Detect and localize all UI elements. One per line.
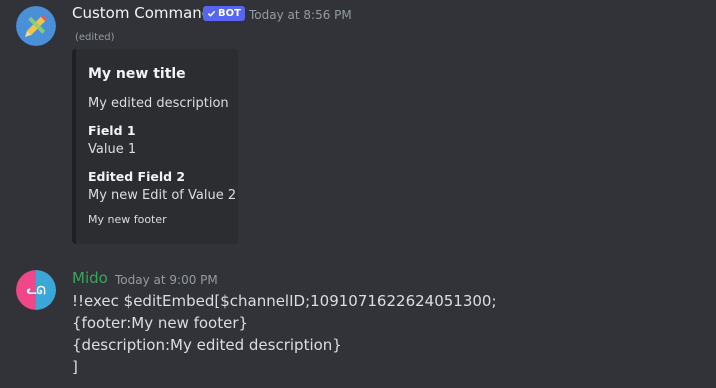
embed: My new title My edited description Field… [72,49,238,244]
check-icon [207,10,216,17]
message-line: ] [72,358,78,376]
message-user: ᓚᘏ Mido Today at 9:00 PM !!exec $editEmb… [0,264,716,388]
pencil-ruler-avatar-icon [16,6,56,46]
bot-tag-label: BOT [218,8,241,19]
bot-avatar[interactable] [16,6,56,46]
embed-field-name: Edited Field 2 [88,169,186,184]
embed-description: My edited description [88,96,229,111]
gamepad-avatar-icon: ᓚᘏ [16,270,56,310]
message-line: {description:My edited description} [72,336,342,354]
edited-indicator: (edited) [75,32,115,43]
svg-text:ᓚᘏ: ᓚᘏ [26,284,45,297]
message-line: {footer:My new footer} [72,314,249,332]
bot-author-name[interactable]: Custom Command [72,4,211,22]
embed-field-name: Field 1 [88,123,136,138]
message-bot: Custom Command BOT Today at 8:56 PM (edi… [0,0,716,250]
user-avatar[interactable]: ᓚᘏ [16,270,56,310]
bot-tag: BOT [203,6,245,21]
embed-title: My new title [88,66,186,82]
embed-field-value: Value 1 [88,142,137,157]
embed-footer: My new footer [88,213,167,226]
bot-timestamp[interactable]: Today at 8:56 PM [249,8,352,22]
user-timestamp[interactable]: Today at 9:00 PM [115,273,218,287]
user-author-name[interactable]: Mido [72,269,108,287]
embed-field-value: My new Edit of Value 2 [88,188,237,203]
message-line: !!exec $editEmbed[$channelID;10910716226… [72,292,497,310]
